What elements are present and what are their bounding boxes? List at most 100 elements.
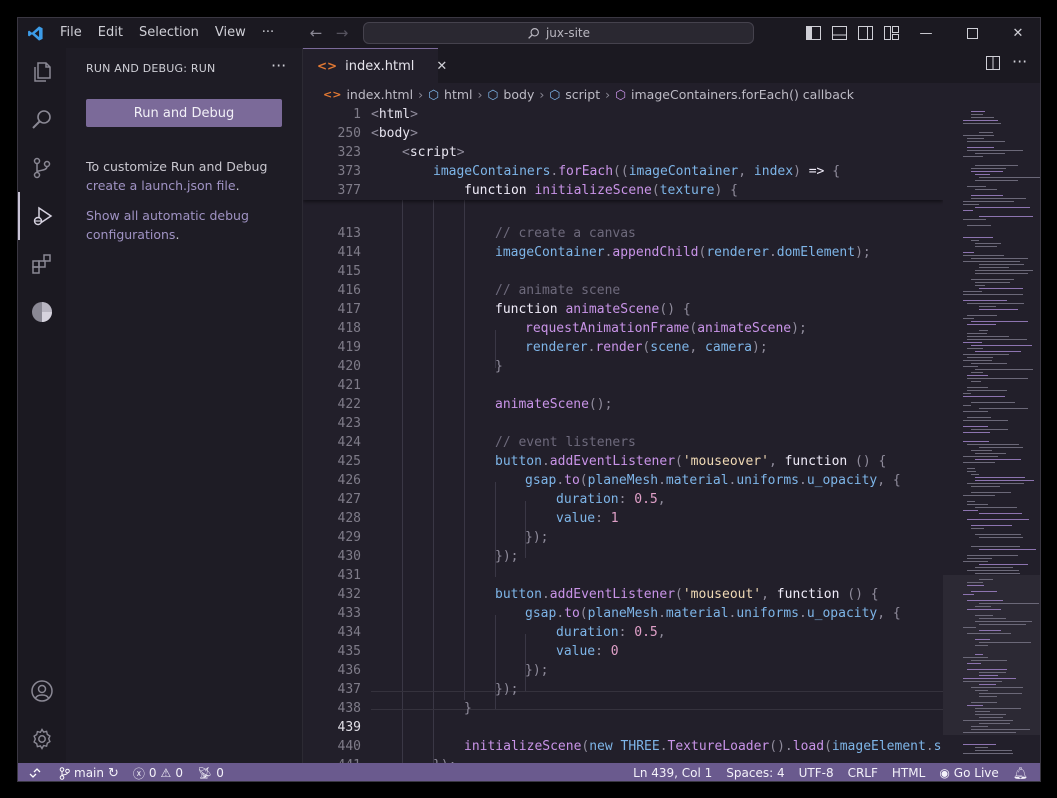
- forward-arrow-icon[interactable]: →: [329, 24, 355, 42]
- minimap-line: [963, 441, 989, 442]
- minimap-line: [971, 345, 1032, 346]
- problems-status[interactable]: ⓧ 0 ⚠ 0: [126, 763, 190, 781]
- line-number: 423: [337, 416, 361, 431]
- toggle-secondary-sidebar-icon[interactable]: [856, 24, 874, 42]
- settings-gear-icon[interactable]: [18, 715, 66, 763]
- breadcrumb-file[interactable]: index.html: [346, 87, 413, 102]
- line-number-current: 439: [337, 720, 361, 735]
- sidebar-title: RUN AND DEBUG: RUN: [86, 62, 216, 75]
- git-branch-status[interactable]: main ↻: [52, 763, 126, 781]
- back-arrow-icon[interactable]: ←: [303, 24, 329, 42]
- minimap[interactable]: [943, 105, 1040, 763]
- line-number: 437: [337, 682, 361, 697]
- source-control-icon[interactable]: [18, 144, 66, 192]
- minimap-line: [967, 519, 1029, 520]
- minimap-line: [963, 300, 1007, 301]
- notifications-bell-icon[interactable]: 🔔︎: [1006, 763, 1040, 781]
- sticky-line[interactable]: imageContainers.forEach((imageContainer,…: [433, 164, 840, 179]
- run-and-debug-button[interactable]: Run and Debug: [86, 99, 282, 127]
- cursor-position[interactable]: Ln 439, Col 1: [626, 763, 719, 781]
- eol-status[interactable]: CRLF: [841, 763, 885, 781]
- vscode-logo-icon: [18, 18, 52, 48]
- warning-count: 0: [175, 766, 183, 780]
- create-launch-json-link[interactable]: create a launch.json file: [86, 178, 236, 193]
- minimap-line: [979, 696, 997, 697]
- maximize-icon[interactable]: [949, 18, 995, 48]
- sidebar-more-actions[interactable]: ···: [271, 56, 286, 75]
- menu-file[interactable]: File: [52, 18, 90, 48]
- explorer-icon[interactable]: [18, 48, 66, 96]
- tab-close-icon[interactable]: ✕: [436, 59, 447, 74]
- language-mode[interactable]: HTML: [885, 763, 932, 781]
- line-number: 436: [337, 663, 361, 678]
- show-configurations-link-line2[interactable]: configurations: [86, 227, 175, 242]
- minimap-line: [967, 558, 992, 559]
- sticky-line[interactable]: function initializeScene(texture) {: [464, 183, 738, 198]
- minimap-line: [967, 600, 1003, 601]
- indent-guide: [464, 200, 465, 700]
- command-center-search[interactable]: jux-site: [363, 22, 754, 44]
- code-line: gsap.to(planeMesh.material.uniforms.u_op…: [525, 473, 901, 488]
- minimap-line: [971, 195, 1003, 196]
- minimize-icon[interactable]: —: [903, 18, 949, 48]
- minimap-line: [975, 615, 993, 616]
- minimap-line: [963, 681, 1002, 682]
- minimap-line: [963, 753, 1013, 754]
- line-number: 428: [337, 511, 361, 526]
- editor-area: <> index.html ✕ ··· <> index.html › ⬡ ht…: [303, 48, 1040, 763]
- cube-icon: ⬡: [487, 86, 499, 102]
- customize-text: To customize Run and Debug: [86, 159, 268, 174]
- line-number: 425: [337, 454, 361, 469]
- menu-edit[interactable]: Edit: [90, 18, 131, 48]
- minimap-line: [979, 447, 1023, 448]
- minimap-line: [979, 177, 1040, 178]
- show-automatic-configs-block: Show all automatic debug configurations.: [86, 206, 286, 244]
- toggle-panel-icon[interactable]: [830, 24, 848, 42]
- encoding-status[interactable]: UTF-8: [792, 763, 841, 781]
- go-live-button[interactable]: ◉ Go Live: [932, 763, 1005, 781]
- close-window-icon[interactable]: ✕: [995, 18, 1040, 48]
- minimap-viewport-slider[interactable]: [943, 575, 1040, 735]
- breadcrumb-callback[interactable]: imageContainers.forEach() callback: [631, 87, 854, 102]
- editor-more-actions-icon[interactable]: ···: [1012, 52, 1027, 71]
- customize-layout-icon[interactable]: [882, 24, 900, 42]
- menu-view[interactable]: View: [207, 18, 254, 48]
- sticky-line[interactable]: <script>: [402, 145, 465, 160]
- toggle-primary-sidebar-icon[interactable]: [804, 24, 822, 42]
- breadcrumb-script[interactable]: script: [565, 87, 600, 102]
- run-and-debug-icon[interactable]: [18, 192, 66, 240]
- menu-selection[interactable]: Selection: [131, 18, 207, 48]
- indentation-status[interactable]: Spaces: 4: [719, 763, 791, 781]
- sticky-line[interactable]: <html>: [371, 107, 418, 122]
- remote-indicator-icon[interactable]: [18, 763, 52, 781]
- minimap-line: [963, 354, 1009, 355]
- search-text: jux-site: [545, 26, 591, 40]
- breadcrumb-html[interactable]: html: [444, 87, 472, 102]
- minimap-line: [963, 510, 978, 511]
- sticky-line[interactable]: <body>: [371, 126, 418, 141]
- code-line: initializeScene(new THREE.TextureLoader(…: [464, 739, 943, 754]
- minimap-line: [967, 501, 975, 502]
- tab-index-html[interactable]: <> index.html ✕: [303, 48, 447, 83]
- show-configurations-link-line1[interactable]: Show all automatic debug: [86, 208, 249, 223]
- minimap-line: [971, 660, 1007, 661]
- minimap-line: [971, 474, 979, 475]
- remote-explorer-icon[interactable]: [18, 288, 66, 336]
- code-line: duration: 0.5,: [556, 625, 666, 640]
- minimap-line: [979, 603, 1039, 604]
- extensions-icon[interactable]: [18, 240, 66, 288]
- line-number: 422: [337, 397, 361, 412]
- line-number: 373: [337, 164, 361, 179]
- search-sidebar-icon[interactable]: [18, 96, 66, 144]
- accounts-icon[interactable]: [18, 667, 66, 715]
- minimap-line: [963, 405, 971, 406]
- menu-more[interactable]: ···: [254, 18, 282, 48]
- split-editor-icon[interactable]: [986, 56, 1000, 74]
- line-number: 432: [337, 587, 361, 602]
- chevron-right-icon: ›: [539, 86, 545, 102]
- ports-status[interactable]: 📡︎ 0: [190, 763, 231, 781]
- minimap-line: [971, 363, 1007, 364]
- code-editor[interactable]: 413 // create a canvas 414 imageContaine…: [303, 105, 943, 763]
- minimap-line: [963, 744, 996, 745]
- breadcrumb-body[interactable]: body: [503, 87, 534, 102]
